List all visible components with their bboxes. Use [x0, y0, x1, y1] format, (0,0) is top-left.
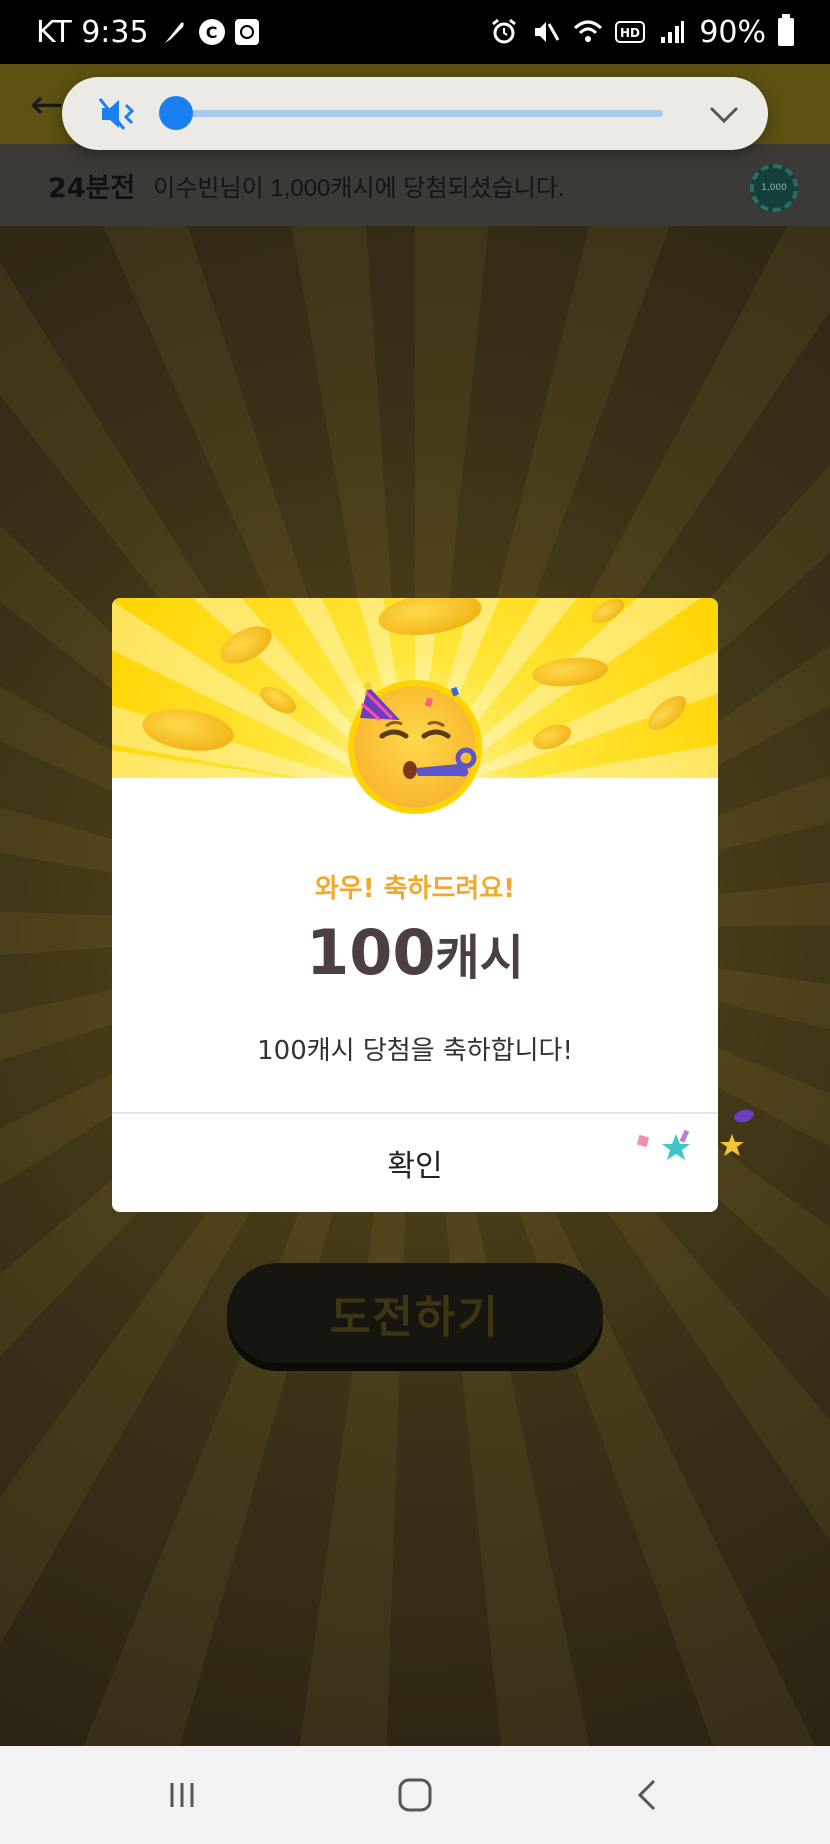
volume-panel [62, 77, 768, 150]
congrats-dialog: 와우! 축하드려요! 100캐시 100캐시 당첨을 축하합니다! 확인 [112, 598, 718, 1212]
coin-icon [255, 681, 301, 719]
mute-icon [531, 17, 561, 47]
home-icon[interactable] [385, 1770, 445, 1820]
svg-text:HD: HD [620, 26, 640, 40]
coin-icon [530, 654, 610, 690]
coin-icon [375, 598, 485, 642]
dialog-message: 100캐시 당첨을 축하합니다! [257, 1036, 573, 1066]
prize-amount: 100캐시 [112, 916, 718, 989]
prize-amount-number: 100 [306, 916, 436, 989]
recent-apps-icon[interactable] [152, 1770, 212, 1820]
carrier-time: KT 9:35 [36, 14, 149, 50]
prize-amount-unit: 캐시 [435, 930, 524, 986]
square-icon [234, 19, 259, 45]
volume-slider-thumb[interactable] [159, 96, 193, 130]
confirm-button[interactable]: 확인 [112, 1114, 718, 1212]
coin-icon [139, 703, 237, 757]
back-icon[interactable] [618, 1770, 678, 1820]
coin-icon [642, 689, 692, 737]
winner-ticker: 24분전 이수빈님이 1,000캐시에 당첨되셨습니다. 1,000 [0, 144, 830, 226]
ticker-time: 24분전 [48, 172, 136, 204]
volume-mute-icon[interactable] [98, 95, 142, 133]
signal-icon [657, 17, 687, 47]
alarm-icon [489, 17, 519, 47]
partying-face-icon [348, 678, 482, 812]
cash-chip-icon: 1,000 [750, 164, 798, 212]
status-bar: KT 9:35 C HD 90% [0, 0, 830, 64]
coin-icon [587, 598, 629, 628]
chevron-down-icon[interactable] [706, 97, 742, 133]
dialog-subtitle: 와우! 축하드려요! [314, 874, 516, 904]
volume-track[interactable] [177, 110, 663, 117]
feather-icon [159, 17, 189, 47]
hd-icon: HD [615, 17, 646, 47]
ticker-message: 이수빈님이 1,000캐시에 당첨되셨습니다. [153, 174, 565, 202]
navigation-bar [0, 1746, 830, 1844]
confetti-icon [636, 1109, 754, 1160]
challenge-button[interactable]: 도전하기 [227, 1263, 603, 1363]
battery-percent: 90% [699, 14, 766, 50]
coin-icon [214, 618, 278, 672]
coin-icon [529, 719, 575, 755]
c-icon: C [198, 19, 225, 45]
chip-label: 1,000 [761, 183, 787, 193]
challenge-label: 도전하기 [330, 1292, 500, 1343]
battery-icon [778, 14, 794, 46]
back-arrow-icon[interactable]: ← [30, 82, 64, 128]
wifi-icon [573, 17, 603, 47]
